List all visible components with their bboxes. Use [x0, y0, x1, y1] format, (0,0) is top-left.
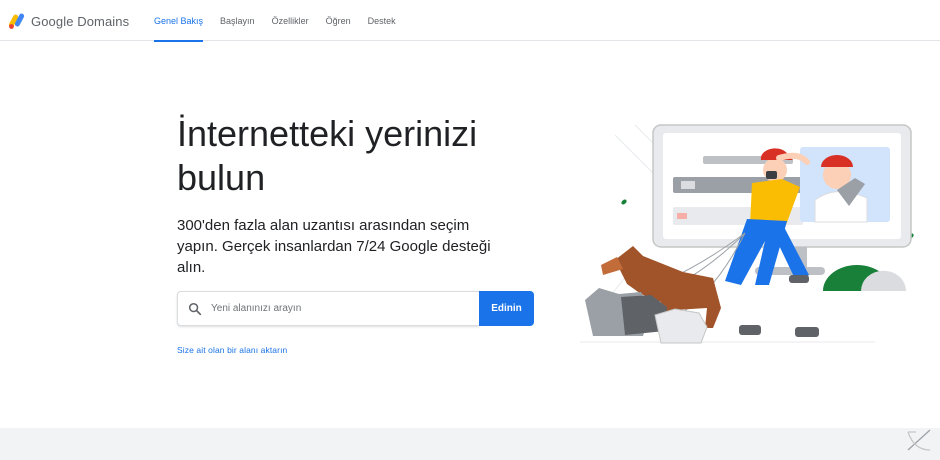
top-bar: Google Domains Genel Bakış Başlayın Özel…: [0, 0, 940, 42]
hero-headline: İnternetteki yerinizi bulun: [177, 112, 537, 200]
get-domain-button[interactable]: Edinin: [479, 291, 534, 326]
domain-search-box: [177, 291, 479, 326]
main-nav: Genel Bakış Başlayın Özellikler Öğren De…: [154, 0, 413, 42]
hero-illustration: [575, 115, 920, 350]
corner-logo-icon: [902, 424, 936, 456]
hero-subhead: 300'den fazla alan uzantısı arasından se…: [177, 217, 491, 276]
nav-features[interactable]: Özellikler: [272, 0, 309, 41]
hero-headline-line2: bulun: [177, 157, 266, 198]
nav-learn[interactable]: Öğren: [326, 0, 351, 41]
logo-text: Google Domains: [31, 13, 130, 29]
nav-overview[interactable]: Genel Bakış: [154, 0, 204, 42]
domain-search-input[interactable]: [211, 303, 461, 314]
transfer-domain-link[interactable]: Size ait olan bir alanı aktarın: [177, 345, 287, 355]
footer-band: [0, 428, 940, 460]
search-icon: [188, 302, 202, 316]
nav-get-started[interactable]: Başlayın: [220, 0, 255, 41]
hero-headline-line1: İnternetteki yerinizi: [177, 113, 478, 154]
google-domains-logo-icon: [8, 12, 26, 30]
nav-support[interactable]: Destek: [368, 0, 396, 41]
google-domains-logo[interactable]: Google Domains: [8, 12, 129, 30]
